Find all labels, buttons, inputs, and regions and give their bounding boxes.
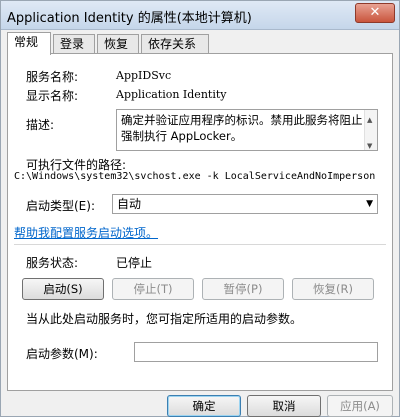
- properties-dialog: Application Identity 的属性(本地计算机) ✕ 常规 登录 …: [0, 0, 400, 417]
- pause-button[interactable]: 暂停(P): [202, 278, 284, 300]
- service-status-value: 已停止: [116, 256, 153, 270]
- description-scrollbar[interactable]: ▲ ▼: [364, 110, 377, 150]
- tab-logon[interactable]: 登录: [53, 34, 95, 54]
- startup-type-label: 启动类型(E):: [26, 199, 95, 213]
- divider: [14, 244, 386, 245]
- service-status-label: 服务状态:: [26, 256, 79, 270]
- startup-type-select[interactable]: 自动 ▼: [112, 194, 378, 214]
- tab-recovery[interactable]: 恢复: [97, 34, 139, 54]
- close-icon: ✕: [369, 5, 381, 20]
- tab-general[interactable]: 常规: [7, 32, 51, 55]
- cancel-button[interactable]: 取消: [247, 395, 321, 417]
- scroll-up-icon[interactable]: ▲: [367, 112, 372, 128]
- startup-type-value: 自动: [117, 197, 142, 211]
- close-button[interactable]: ✕: [355, 3, 395, 23]
- exe-path-value: C:\Windows\system32\svchost.exe -k Local…: [14, 171, 376, 182]
- general-tab-panel: 服务名称: AppIDSvc 显示名称: Application Identit…: [7, 53, 393, 391]
- service-name-label: 服务名称:: [26, 70, 79, 84]
- service-name-value: AppIDSvc: [116, 69, 172, 82]
- apply-button[interactable]: 应用(A): [327, 395, 393, 417]
- description-label: 描述:: [26, 118, 55, 132]
- tab-dependencies[interactable]: 依存关系: [141, 34, 209, 54]
- chevron-down-icon[interactable]: ▼: [366, 195, 373, 213]
- display-name-value: Application Identity: [116, 88, 227, 101]
- ok-button[interactable]: 确定: [167, 395, 241, 417]
- title-bar[interactable]: Application Identity 的属性(本地计算机) ✕: [1, 1, 399, 30]
- window-title: Application Identity 的属性(本地计算机): [7, 11, 252, 26]
- start-params-input[interactable]: [134, 342, 378, 362]
- display-name-label: 显示名称:: [26, 89, 79, 103]
- stop-button[interactable]: 停止(T): [112, 278, 194, 300]
- start-params-hint: 当从此处启动服务时，您可指定所适用的启动参数。: [26, 312, 303, 326]
- help-link[interactable]: 帮助我配置服务启动选项。: [14, 224, 158, 241]
- description-text: 确定并验证应用程序的标识。禁用此服务将阻止强制执行 AppLocker。: [121, 113, 363, 143]
- scroll-down-icon[interactable]: ▼: [367, 138, 372, 154]
- description-field[interactable]: 确定并验证应用程序的标识。禁用此服务将阻止强制执行 AppLocker。 ▲ ▼: [116, 109, 378, 151]
- resume-button[interactable]: 恢复(R): [292, 278, 374, 300]
- start-params-label: 启动参数(M):: [26, 347, 98, 361]
- start-button[interactable]: 启动(S): [22, 278, 104, 300]
